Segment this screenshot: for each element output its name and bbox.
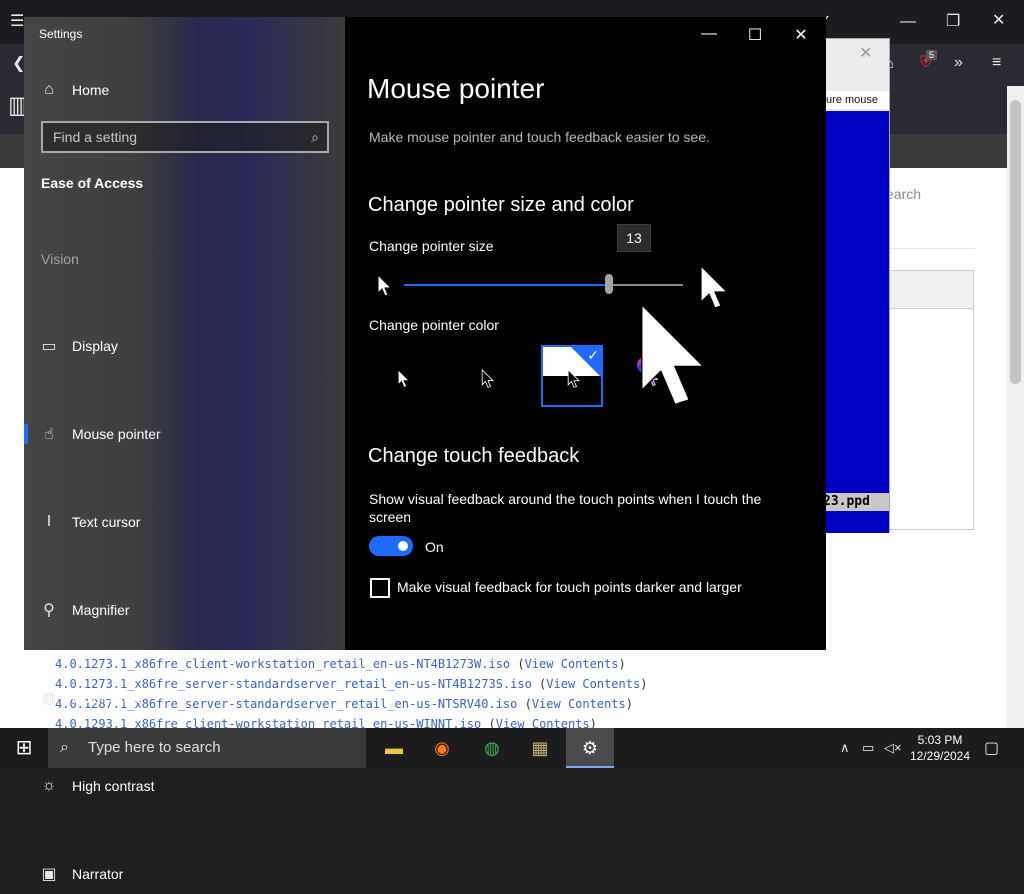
file-explorer-icon[interactable]: ▬ <box>370 728 418 768</box>
minimize-icon[interactable]: — <box>900 14 916 30</box>
tray-overflow-icon[interactable]: ∧ <box>840 740 850 756</box>
minimize-icon[interactable]: — <box>689 25 729 43</box>
site-search-input[interactable]: earch <box>878 180 984 208</box>
touch-feedback-label: Show visual feedback around the touch po… <box>369 491 762 525</box>
list-item: 4.0.1273.1_x86fre_client-workstation_ret… <box>55 657 626 671</box>
pointer-color-label: Change pointer color <box>369 317 499 333</box>
sidebar-item-label: Display <box>72 338 118 354</box>
taskbar-search-box[interactable]: ⌕ Type here to search <box>48 728 366 768</box>
badge-count: 5 <box>926 50 938 60</box>
menu-icon[interactable]: ≡ <box>992 55 1001 71</box>
view-contents-link[interactable]: View Contents <box>532 697 626 711</box>
volume-muted-icon[interactable]: ◁× <box>884 740 902 756</box>
viewer-close-icon[interactable]: ✕ <box>859 43 872 63</box>
darker-larger-checkbox-label: Make visual feedback for touch points da… <box>397 579 742 595</box>
taskbar-search-placeholder: Type here to search <box>88 739 221 756</box>
sidebar-item-label: Color filters <box>72 690 143 706</box>
search-icon: ⌕ <box>60 739 69 756</box>
white-pointer-icon <box>397 369 411 388</box>
color-filters-icon: ◍ <box>42 690 56 707</box>
display-icon: ▭ <box>41 338 57 355</box>
find-setting-input[interactable]: Find a setting ⌕ <box>41 121 329 153</box>
color-option-white[interactable] <box>385 345 447 407</box>
network-icon[interactable]: ▭ <box>862 740 874 756</box>
mouse-pointer-icon: ☝ <box>44 426 54 443</box>
tab-list-icon[interactable]: ☰ <box>10 14 24 30</box>
sidebar-item-label: Mouse pointer <box>72 426 161 442</box>
overflow-chevron-icon[interactable]: » <box>954 55 963 71</box>
settings-window: Settings ⌂ Home Find a setting ⌕ Ease of… <box>24 17 826 883</box>
viewer-tooltip: ture mouse <box>823 91 889 109</box>
system-clock[interactable]: 5:03 PM 12/29/2024 <box>906 732 974 764</box>
scrollbar-thumb[interactable] <box>1010 100 1021 384</box>
nav-home[interactable]: ⌂ Home <box>24 70 345 110</box>
page-scrollbar[interactable] <box>1007 86 1024 728</box>
view-contents-link[interactable]: View Contents <box>525 657 619 671</box>
checkmark-icon: ✓ <box>587 347 599 363</box>
touch-feedback-toggle[interactable] <box>369 536 413 556</box>
section-heading-size-color: Change pointer size and color <box>368 194 634 216</box>
close-icon[interactable]: ✕ <box>781 25 821 45</box>
sidebar-item-label: Text cursor <box>72 514 141 530</box>
text-cursor-icon: I <box>46 513 52 530</box>
narrator-icon: ▣ <box>41 866 57 883</box>
slider-value-tooltip: 13 <box>617 224 651 252</box>
notifications-icon[interactable]: ▢ <box>984 738 999 758</box>
pointer-size-slider-thumb[interactable] <box>604 274 613 294</box>
black-pointer-icon <box>481 369 495 388</box>
search-icon: ⌕ <box>311 129 319 145</box>
view-contents-link[interactable]: View Contents <box>546 677 640 691</box>
nav-section-title: Ease of Access <box>41 175 144 191</box>
sidebar-item-narrator[interactable]: ▣ Narrator <box>24 854 345 894</box>
nav-group-title: Vision <box>41 251 79 267</box>
taskbar: ⊞ ⌕ Type here to search ▬ ◉ ◍ ▦ ⚙ ∧ ▭ ◁×… <box>0 728 1024 768</box>
restore-icon[interactable]: ❐ <box>946 14 960 30</box>
page-title: Mouse pointer <box>367 73 545 104</box>
clock-time: 5:03 PM <box>917 733 963 747</box>
settings-nav-pane: Settings ⌂ Home Find a setting ⌕ Ease of… <box>24 17 345 883</box>
settings-app-icon[interactable]: ⚙ <box>566 728 614 768</box>
darker-larger-checkbox[interactable] <box>370 578 390 598</box>
sidebar-item-label: Narrator <box>72 866 124 882</box>
sidebar-item-magnifier[interactable]: ⚲ Magnifier <box>24 590 345 630</box>
close-icon[interactable]: ✕ <box>992 13 1005 29</box>
pointer-size-label: Change pointer size <box>369 238 494 254</box>
sidebar-item-display[interactable]: ▭ Display <box>24 326 345 366</box>
pointer-size-slider-fill <box>404 284 609 286</box>
viewer-filename: 23.ppd <box>823 493 889 511</box>
current-mouse-cursor <box>641 303 706 406</box>
color-option-black[interactable] <box>469 345 531 407</box>
color-option-inverted[interactable]: ✓ <box>541 345 603 407</box>
sidebar-item-label: High contrast <box>72 778 155 794</box>
section-heading-touch: Change touch feedback <box>368 445 580 467</box>
image-viewer-window: ✕ ture mouse 23.ppd <box>822 38 890 533</box>
toggle-knob <box>398 541 408 551</box>
settings-content-pane: — ☐ ✕ Mouse pointer Make mouse pointer a… <box>345 17 826 650</box>
nav-home-label: Home <box>72 82 110 98</box>
sidebar-item-text-cursor[interactable]: I Text cursor <box>24 502 345 542</box>
archive-app-icon[interactable]: ▦ <box>516 728 564 768</box>
toggle-state-label: On <box>425 539 444 555</box>
small-pointer-icon <box>377 274 393 297</box>
viewer-image <box>823 111 889 533</box>
globe-app-icon[interactable]: ◍ <box>468 728 516 768</box>
page-description: Make mouse pointer and touch feedback ea… <box>369 129 710 145</box>
magnifier-icon: ⚲ <box>43 602 55 619</box>
clock-date: 12/29/2024 <box>909 749 971 763</box>
firefox-icon[interactable]: ◉ <box>418 728 466 768</box>
sidebar-item-label: Magnifier <box>72 602 130 618</box>
sidebar-item-high-contrast[interactable]: ☼ High contrast <box>24 766 345 806</box>
sidebar-item-mouse-pointer[interactable]: ☝ Mouse pointer <box>24 414 345 454</box>
maximize-icon[interactable]: ☐ <box>735 25 775 45</box>
home-icon: ⌂ <box>44 81 54 98</box>
find-setting-placeholder: Find a setting <box>53 129 138 145</box>
file-link[interactable]: 4.0.1273.1_x86fre_client-workstation_ret… <box>55 657 510 671</box>
start-button[interactable]: ⊞ <box>0 728 48 768</box>
app-title: Settings <box>39 27 83 41</box>
sidebar-item-color-filters[interactable]: ◍ Color filters <box>24 678 345 718</box>
high-contrast-icon: ☼ <box>41 777 57 794</box>
